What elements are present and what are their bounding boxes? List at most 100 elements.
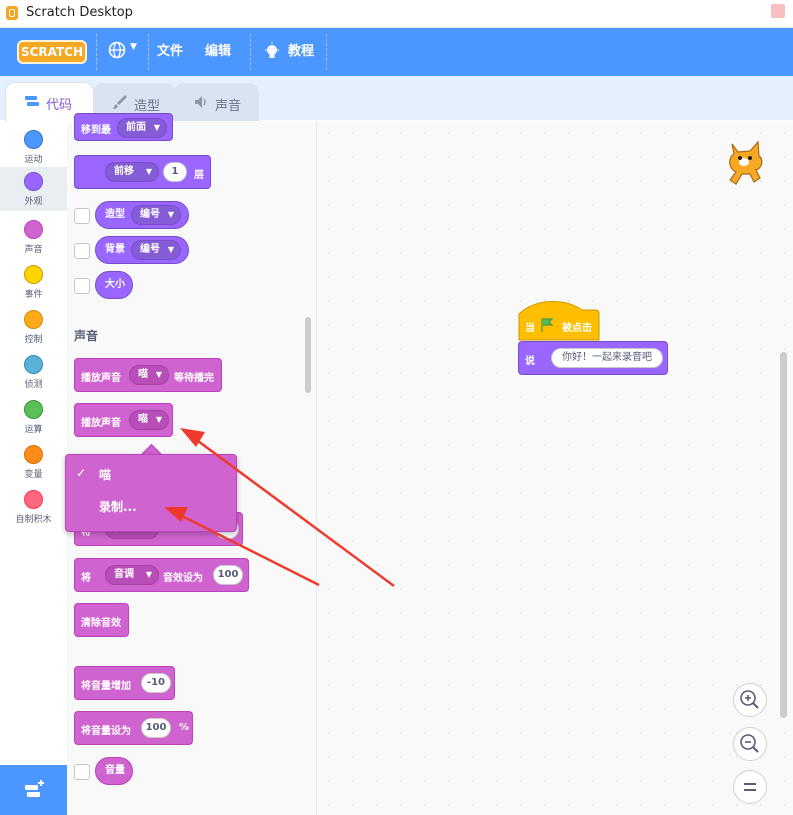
- script-area[interactable]: [317, 121, 793, 815]
- category-motion[interactable]: 运动: [0, 125, 67, 169]
- category-label: 侦测: [24, 380, 43, 390]
- block-label: 音量: [105, 765, 125, 776]
- block-clear-sound-effects[interactable]: 清除音效: [74, 603, 129, 637]
- layer-count-input[interactable]: 1: [163, 162, 187, 182]
- palette-scrollbar[interactable]: [305, 317, 311, 393]
- category-dot: [24, 400, 43, 419]
- category-label: 运算: [24, 425, 43, 435]
- monitor-checkbox[interactable]: [74, 278, 90, 294]
- brush-icon: [113, 95, 127, 109]
- check-icon: ✓: [76, 466, 87, 480]
- chevron-down-icon[interactable]: ▼: [130, 42, 137, 52]
- menu-tutorials[interactable]: 教程: [288, 40, 314, 64]
- block-label: 背景: [105, 244, 125, 255]
- zoom-reset-button[interactable]: [733, 770, 767, 804]
- dropdown-value: 编号: [140, 209, 160, 220]
- category-control[interactable]: 控制: [0, 305, 67, 349]
- reporter-costume[interactable]: 造型 编号 ▼: [95, 201, 189, 229]
- menu-item-meow[interactable]: 喵: [99, 466, 111, 483]
- dropdown-value: 前移: [114, 166, 134, 177]
- category-dot: [24, 172, 43, 191]
- category-label: 外观: [24, 197, 43, 207]
- block-set-volume[interactable]: 将音量设为 100 %: [74, 711, 193, 745]
- block-change-volume[interactable]: 将音量增加 -10: [74, 666, 175, 700]
- category-looks[interactable]: 外观: [0, 167, 67, 211]
- menu-divider: [148, 34, 149, 70]
- category-menu: 运动 外观 声音 事件 控制 侦测 运算 变量 自制积木: [0, 121, 68, 815]
- scratch-logo[interactable]: SCRATCH: [17, 40, 87, 64]
- chevron-down-icon: ▼: [145, 570, 152, 579]
- monitor-checkbox[interactable]: [74, 243, 90, 259]
- tab-label: 声音: [215, 99, 242, 114]
- costume-option-dropdown[interactable]: 编号 ▼: [131, 205, 181, 225]
- category-dot: [24, 130, 43, 149]
- sound-dropdown-menu: ✓ 喵 录制...: [65, 454, 237, 532]
- dropdown-value: 前面: [126, 122, 146, 133]
- category-dot: [24, 490, 43, 509]
- reporter-size[interactable]: 大小: [95, 271, 133, 299]
- block-label: 等待播完: [174, 373, 214, 384]
- reporter-volume[interactable]: 音量: [95, 757, 133, 785]
- block-say[interactable]: 说 你好！一起来录音吧: [518, 341, 668, 375]
- add-extension-button[interactable]: [0, 765, 67, 815]
- block-label: 造型: [105, 209, 125, 220]
- say-text-input[interactable]: 你好！一起来录音吧: [551, 348, 663, 368]
- category-sensing[interactable]: 侦测: [0, 350, 67, 394]
- sound-dropdown[interactable]: 喵 ▼: [129, 410, 169, 430]
- block-play-sound-until-done[interactable]: 播放声音 喵 ▼ 等待播完: [74, 358, 222, 392]
- chevron-down-icon: ▼: [155, 415, 162, 424]
- category-events[interactable]: 事件: [0, 260, 67, 304]
- dropdown-value: 音调: [114, 569, 134, 580]
- reporter-backdrop[interactable]: 背景 编号 ▼: [95, 236, 189, 264]
- category-label: 运动: [24, 155, 43, 165]
- category-dot: [24, 310, 43, 329]
- speaker-icon: [195, 96, 206, 108]
- effect-value-input[interactable]: 100: [213, 565, 243, 585]
- block-label: 播放声音: [81, 418, 121, 429]
- globe-icon[interactable]: [108, 41, 126, 59]
- menu-edit[interactable]: 编辑: [205, 40, 231, 64]
- category-variables[interactable]: 变量: [0, 440, 67, 484]
- category-label: 控制: [24, 335, 43, 345]
- menu-file[interactable]: 文件: [157, 40, 183, 64]
- block-move-layer[interactable]: 前移 ▼ 1 层: [74, 155, 211, 189]
- volume-input[interactable]: 100: [141, 718, 171, 738]
- chevron-down-icon: ▼: [167, 245, 174, 254]
- category-label: 变量: [24, 470, 43, 480]
- equals-icon: [744, 783, 756, 791]
- layer-direction-dropdown[interactable]: 前移 ▼: [105, 162, 159, 182]
- zoom-in-button[interactable]: [733, 683, 767, 717]
- tab-label: 代码: [46, 98, 73, 113]
- zoom-out-button[interactable]: [733, 727, 767, 761]
- menu-bar: SCRATCH ▼ 文件 编辑 教程: [0, 28, 793, 76]
- window-control-icon[interactable]: [771, 4, 785, 18]
- chevron-down-icon: ▼: [155, 370, 162, 379]
- block-play-sound[interactable]: 播放声音 喵 ▼: [74, 403, 173, 437]
- category-dot: [24, 355, 43, 374]
- layer-dropdown[interactable]: 前面 ▼: [117, 118, 167, 138]
- monitor-checkbox[interactable]: [74, 208, 90, 224]
- menu-divider: [96, 34, 97, 70]
- category-dot: [24, 265, 43, 284]
- lightbulb-icon[interactable]: [264, 42, 280, 62]
- script-scrollbar[interactable]: [780, 352, 787, 718]
- sound-dropdown[interactable]: 喵 ▼: [129, 365, 169, 385]
- block-go-to-layer[interactable]: 移到最 前面 ▼: [74, 113, 173, 141]
- effect-dropdown[interactable]: 音调 ▼: [105, 565, 159, 585]
- block-label: 将音量设为: [81, 726, 131, 737]
- chevron-down-icon: ▼: [153, 123, 160, 132]
- monitor-checkbox[interactable]: [74, 764, 90, 780]
- category-my-blocks[interactable]: 自制积木: [0, 485, 67, 529]
- dropdown-value: 喵: [138, 414, 148, 425]
- category-label: 自制积木: [15, 515, 52, 525]
- backdrop-option-dropdown[interactable]: 编号 ▼: [131, 240, 181, 260]
- tab-sounds[interactable]: 声音: [174, 83, 259, 121]
- category-sound[interactable]: 声音: [0, 215, 67, 259]
- hat-suffix-label: 被点击: [562, 323, 592, 334]
- menu-divider: [326, 34, 327, 70]
- menu-item-record[interactable]: 录制...: [99, 498, 137, 515]
- block-set-effect[interactable]: 将 音调 ▼ 音效设为 100: [74, 558, 249, 592]
- chevron-down-icon: ▼: [145, 167, 152, 176]
- volume-change-input[interactable]: -10: [141, 673, 171, 693]
- category-operators[interactable]: 运算: [0, 395, 67, 439]
